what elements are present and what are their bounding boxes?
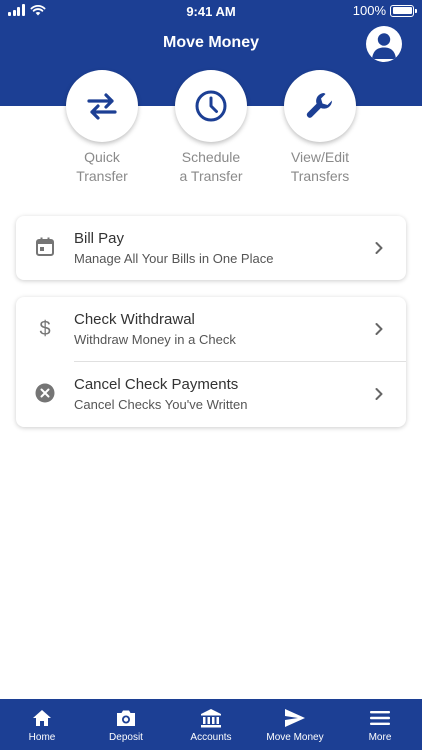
check-withdrawal-title: Check Withdrawal (74, 311, 195, 328)
calendar-icon (34, 236, 56, 258)
page-title: Move Money (162, 34, 259, 51)
send-icon (285, 709, 305, 727)
view-edit-transfers-label-line2: Transfers (290, 168, 350, 184)
bill-pay-title: Bill Pay (74, 230, 125, 247)
status-bar: 9:41 AM 100% (0, 0, 422, 24)
tab-accounts-label: Accounts (190, 732, 232, 743)
tab-accounts[interactable]: Accounts (169, 699, 253, 750)
schedule-transfer-label-line1: Schedule (181, 149, 241, 165)
cancel-check-payments-title: Cancel Check Payments (74, 376, 239, 393)
quick-transfer-label-line1: Quick (84, 149, 120, 165)
cancel-check-payments-row[interactable]: Cancel Check Payments Cancel Checks You'… (16, 362, 406, 426)
status-right: 100% (352, 3, 417, 18)
view-edit-transfers-circle[interactable] (284, 70, 356, 142)
svg-text:$: $ (39, 318, 50, 339)
tab-move-money-label: Move Money (266, 732, 324, 743)
tab-more-label: More (368, 732, 392, 743)
camera-icon (117, 710, 135, 726)
profile-button[interactable] (366, 26, 402, 62)
schedule-transfer-button[interactable]: Schedule a Transfer (156, 70, 266, 186)
quick-transfer-label-line2: Transfer (76, 168, 128, 184)
tab-deposit-label: Deposit (109, 732, 143, 743)
quick-transfer-circle[interactable] (66, 70, 138, 142)
profile-icon (372, 33, 396, 59)
battery-percent: 100% (352, 3, 386, 18)
quick-transfer-label: Quick Transfer (47, 148, 157, 186)
bank-icon (201, 709, 221, 728)
view-edit-transfers-label-line1: View/Edit (290, 149, 350, 165)
transfer-arrows-icon (87, 93, 117, 120)
view-edit-transfers-label: View/Edit Transfers (265, 148, 375, 186)
dollar-icon: $ (34, 317, 56, 339)
bill-pay-row[interactable]: Bill Pay Manage All Your Bills in One Pl… (16, 216, 406, 280)
check-card: $ Check Withdrawal Withdraw Money in a C… (16, 297, 406, 427)
check-withdrawal-subtitle: Withdraw Money in a Check (74, 332, 236, 347)
clock-icon (195, 90, 227, 122)
schedule-transfer-label: Schedule a Transfer (156, 148, 266, 186)
bottom-nav: Home Deposit Accounts Move Money More (0, 699, 422, 750)
chevron-right-icon (375, 388, 383, 400)
check-withdrawal-row[interactable]: $ Check Withdrawal Withdraw Money in a C… (16, 297, 406, 361)
wrench-icon (306, 93, 333, 118)
battery-icon (390, 4, 417, 17)
schedule-transfer-circle[interactable] (175, 70, 247, 142)
tab-more[interactable]: More (338, 699, 422, 750)
tab-move-money[interactable]: Move Money (253, 699, 337, 750)
chevron-right-icon (375, 242, 383, 254)
bill-pay-card: Bill Pay Manage All Your Bills in One Pl… (16, 216, 406, 280)
tab-home-label: Home (28, 732, 56, 743)
menu-icon (370, 711, 390, 725)
chevron-right-icon (375, 323, 383, 335)
tab-deposit[interactable]: Deposit (84, 699, 168, 750)
quick-actions: Quick Transfer Schedule a Transfer View/… (0, 70, 422, 190)
bill-pay-subtitle: Manage All Your Bills in One Place (74, 251, 274, 266)
home-icon (33, 710, 51, 726)
schedule-transfer-label-line2: a Transfer (179, 168, 243, 184)
cancel-check-payments-subtitle: Cancel Checks You've Written (74, 397, 248, 412)
view-edit-transfers-button[interactable]: View/Edit Transfers (265, 70, 375, 186)
tab-home[interactable]: Home (0, 699, 84, 750)
quick-transfer-button[interactable]: Quick Transfer (47, 70, 157, 186)
cancel-circle-icon (34, 382, 56, 404)
